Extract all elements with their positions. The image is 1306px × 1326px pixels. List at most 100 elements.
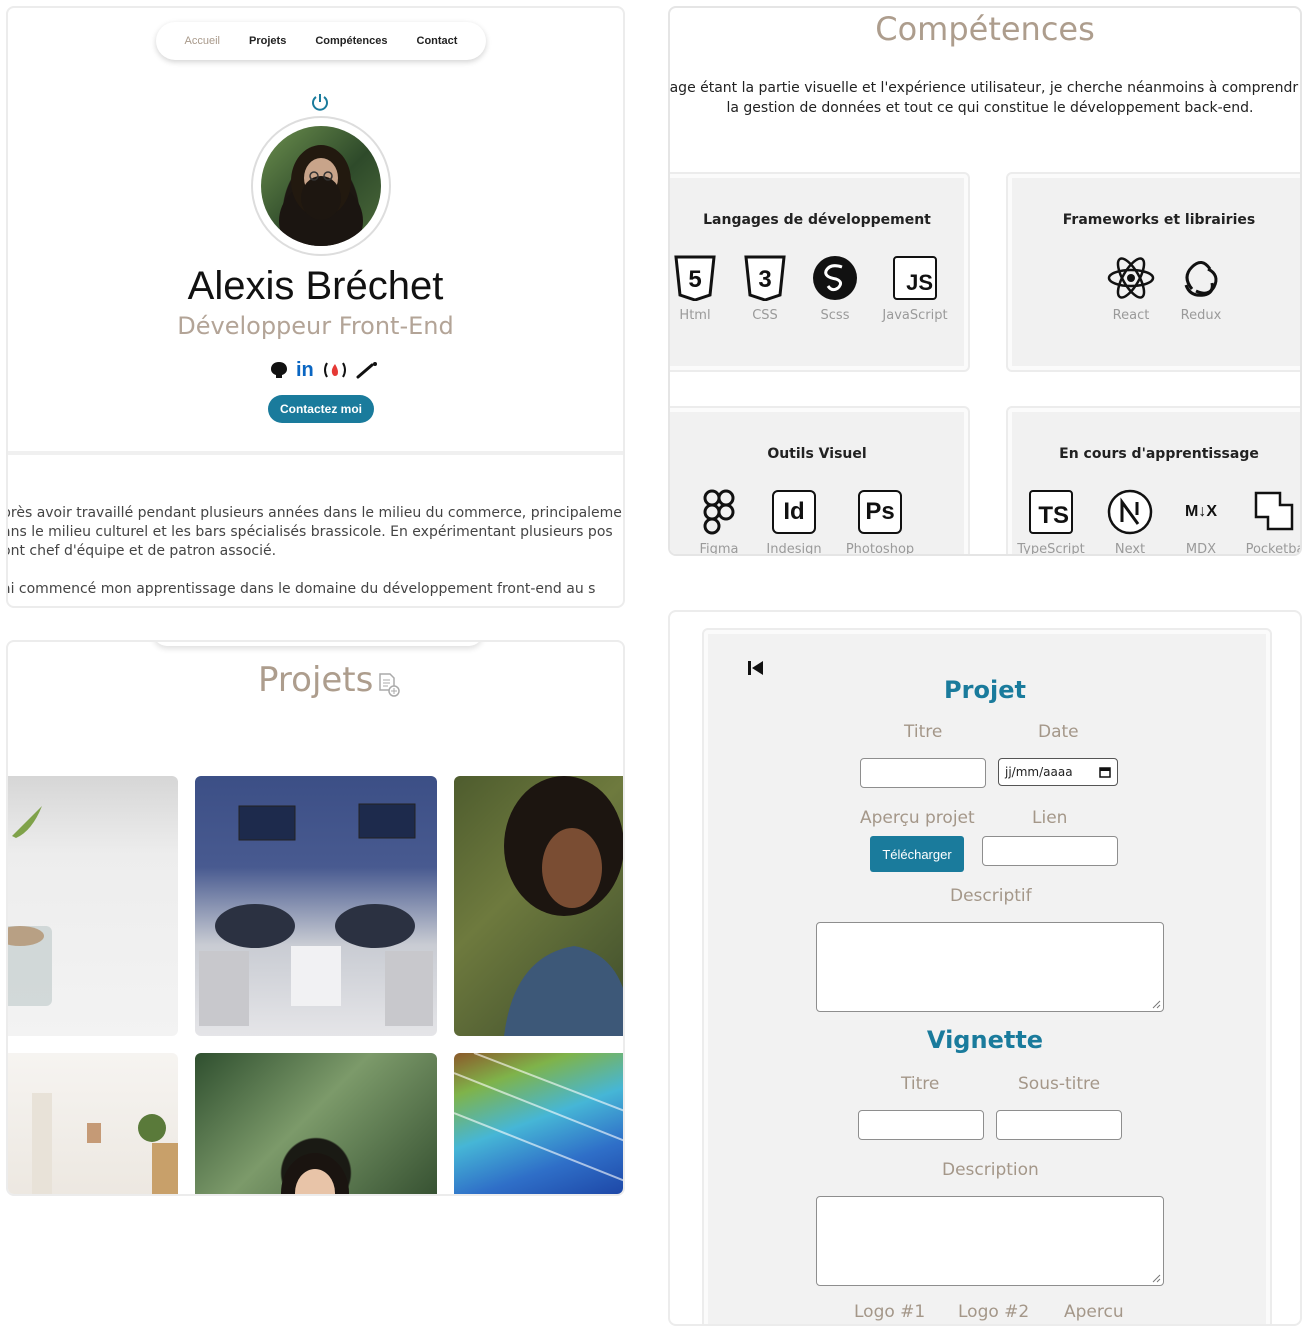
nav-item-contact[interactable]: Contact [417, 35, 458, 47]
pocketbase-icon [1254, 491, 1294, 531]
contact-button[interactable]: Contactez moi [268, 395, 374, 423]
javascript-icon: JS [893, 256, 937, 300]
resize-grip-icon[interactable] [1152, 1000, 1161, 1009]
hero-panel: Accueil Projets Compétences Contact Alex… [6, 6, 625, 608]
nextjs-icon [1107, 489, 1153, 535]
skill-label: Next [1114, 542, 1146, 556]
skill-label: MDX [1185, 542, 1217, 556]
github-icon[interactable] [270, 361, 288, 379]
date-label: Date [1038, 722, 1079, 742]
about-line: ont chef d'équipe et de patron associé. [6, 543, 277, 559]
descriptif-label: Descriptif [950, 886, 1032, 906]
nav-item-competences[interactable]: Compétences [315, 35, 387, 47]
svg-text:3: 3 [758, 266, 771, 293]
title-input[interactable] [860, 758, 986, 788]
skill-card-languages: Langages de développement 5 Html 3 CSS S… [670, 172, 970, 372]
v-subtitle-input[interactable] [996, 1110, 1122, 1140]
project-form-panel: Projet Titre Date jj/mm/aaaa Aperçu proj… [668, 610, 1302, 1326]
nav-item-projets[interactable]: Projets [249, 35, 286, 47]
vignette-heading: Vignette [926, 1026, 1044, 1054]
v-title-input[interactable] [858, 1110, 984, 1140]
descriptif-textarea[interactable] [816, 922, 1164, 1012]
svg-text:5: 5 [688, 266, 701, 293]
mdx-icon: M↓X [1185, 503, 1217, 520]
projects-title: Projets [258, 660, 374, 700]
apercu-label: Apercu [1064, 1302, 1124, 1322]
css3-icon: 3 [744, 255, 786, 301]
nav-item-accueil[interactable]: Accueil [185, 35, 220, 47]
v-title-label: Titre [901, 1074, 940, 1094]
projects-panel: Projets [6, 640, 625, 1196]
skill-mdx: M↓X MDX [1170, 488, 1232, 556]
skill-label: Photoshop [845, 542, 915, 556]
hero-role: Développeur Front-End [177, 312, 454, 340]
skills-intro: rage étant la partie visuelle et l'expér… [668, 78, 1300, 118]
project-thumbnail[interactable] [195, 776, 437, 1036]
indesign-icon: Id [772, 490, 816, 534]
skill-card-learning: En cours d'apprentissage TS TypeScript N… [1006, 406, 1302, 556]
skill-label: CSS [752, 308, 778, 323]
skill-card-visual-tools: Outils Visuel Figma Id Indesign Ps Photo… [670, 406, 970, 556]
skill-label: Scss [820, 308, 850, 323]
skill-redux: Redux [1166, 254, 1236, 323]
power-icon[interactable] [310, 92, 330, 112]
link-input[interactable] [982, 836, 1118, 866]
skills-intro-line: rage étant la partie visuelle et l'expér… [668, 80, 1299, 96]
calendar-icon[interactable] [1099, 766, 1111, 778]
skill-label: React [1112, 308, 1150, 323]
redux-icon [1184, 261, 1218, 297]
skill-label: Indesign [766, 542, 822, 556]
nav-shadow [153, 642, 483, 646]
project-thumbnail[interactable] [8, 776, 178, 1036]
skill-scss: Scss [800, 254, 870, 323]
project-thumbnail[interactable] [454, 1053, 623, 1194]
skill-figma: Figma [684, 488, 754, 554]
skill-css: 3 CSS [730, 254, 800, 323]
avatar-photo [261, 126, 381, 246]
linkedin-icon[interactable]: in [296, 359, 314, 382]
project-thumbnail[interactable] [8, 1053, 178, 1194]
resize-grip-icon[interactable] [1152, 1274, 1161, 1283]
social-links: in [270, 358, 380, 382]
about-line: ai commencé mon apprentissage dans le do… [6, 581, 596, 597]
section-divider [8, 451, 623, 455]
dev-icon[interactable] [356, 361, 378, 379]
skill-label: Redux [1180, 308, 1222, 323]
hero-name: Alexis Bréchet [187, 264, 444, 308]
freecodecamp-icon[interactable] [322, 361, 348, 379]
skill-next: Next [1090, 488, 1170, 556]
card-title: Frameworks et librairies [1062, 212, 1256, 228]
about-line: près avoir travaillé pendant plusieurs a… [6, 505, 622, 521]
logo1-label: Logo #1 [854, 1302, 926, 1322]
skill-label: Pocketba [1245, 542, 1302, 556]
skill-react: React [1096, 254, 1166, 323]
project-thumbnail[interactable] [195, 1053, 437, 1194]
v-subtitle-label: Sous-titre [1018, 1074, 1101, 1094]
upload-button[interactable]: Télécharger [870, 836, 964, 872]
link-label: Lien [1032, 808, 1068, 828]
skills-panel: Compétences rage étant la partie visuell… [668, 6, 1302, 556]
logo2-label: Logo #2 [958, 1302, 1030, 1322]
skill-label: Html [679, 308, 711, 323]
skill-card-frameworks: Frameworks et librairies React Redux [1006, 172, 1300, 372]
typescript-icon: TS [1029, 490, 1073, 534]
skill-label: JavaScript [882, 308, 948, 323]
figma-icon [703, 489, 735, 535]
skip-back-icon[interactable] [746, 658, 766, 678]
about-line: ans le milieu culturel et les bars spéci… [6, 524, 613, 540]
description-label: Description [942, 1160, 1039, 1180]
title-label: Titre [904, 722, 943, 742]
card-title: Outils Visuel [767, 446, 867, 462]
project-heading: Projet [944, 676, 1026, 704]
skill-html: 5 Html [670, 254, 730, 323]
skill-photoshop: Ps Photoshop [834, 488, 926, 556]
description-textarea[interactable] [816, 1196, 1164, 1286]
add-project-icon[interactable] [378, 672, 400, 698]
photoshop-icon: Ps [858, 490, 902, 534]
about-text: près avoir travaillé pendant plusieurs a… [6, 504, 623, 599]
skills-title: Compétences [875, 10, 1095, 48]
date-input[interactable]: jj/mm/aaaa [998, 758, 1118, 786]
skill-label: TypeScript [1017, 542, 1085, 556]
avatar [251, 116, 391, 256]
project-thumbnail[interactable] [454, 776, 623, 1036]
